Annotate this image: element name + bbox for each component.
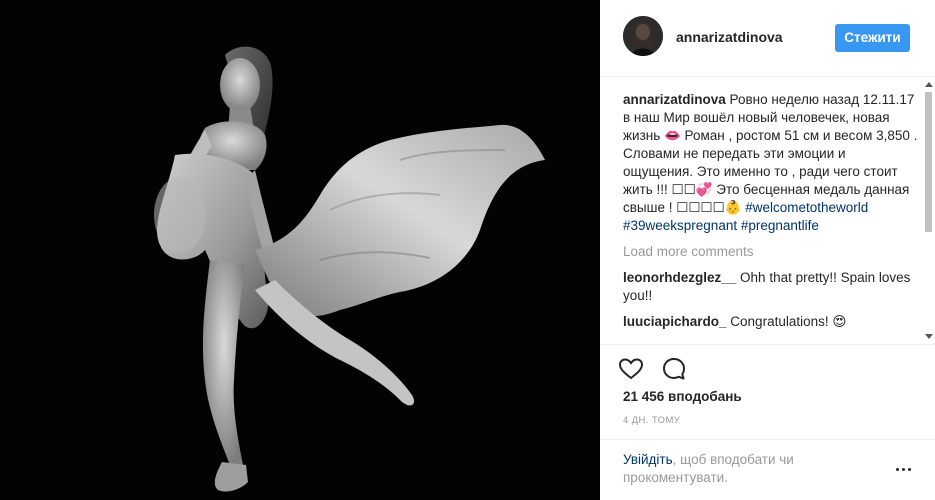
comments-scrollbar[interactable]	[923, 77, 934, 344]
avatar-image	[623, 16, 663, 56]
scroll-up-arrow-icon[interactable]	[925, 82, 933, 87]
comment-button[interactable]	[660, 355, 688, 383]
ellipsis-icon	[902, 468, 905, 471]
comments-list: annarizatdinova Ровно неделю назад 12.11…	[623, 91, 918, 343]
comment-text: Congratulations! 😍	[730, 314, 847, 329]
header-username-link[interactable]: annarizatdinova	[676, 29, 783, 45]
post-header: annarizatdinova Стежити	[600, 0, 935, 77]
login-prompt-footer: Увійдіть, щоб вподобати чи прокоментуват…	[600, 439, 935, 500]
comment-item: luuciapichardo_ Congratulations! 😍	[623, 313, 918, 331]
heart-outline-icon	[618, 358, 644, 380]
post-actions: 21 456 вподобань 4 ДН. ТОМУ	[600, 344, 935, 426]
hashtag-link[interactable]: #39weekspregnant	[623, 218, 737, 233]
pregnant-woman-photo	[154, 46, 545, 492]
avatar[interactable]	[623, 16, 663, 56]
login-prompt: Увійдіть, щоб вподобати чи прокоментуват…	[623, 451, 853, 487]
login-link[interactable]: Увійдіть	[623, 452, 673, 467]
caption: annarizatdinova Ровно неделю назад 12.11…	[623, 91, 918, 235]
scroll-down-arrow-icon[interactable]	[925, 334, 933, 339]
likes-count[interactable]: 21 456 вподобань	[623, 389, 742, 404]
comment-username-link[interactable]: leonorhdezglez__	[623, 270, 736, 285]
load-more-comments-link[interactable]: Load more comments	[623, 243, 918, 261]
ellipsis-icon	[896, 468, 899, 471]
ellipsis-icon	[908, 468, 911, 471]
hashtag-link[interactable]: #pregnantlife	[741, 218, 819, 233]
caption-username-link[interactable]: annarizatdinova	[623, 92, 726, 107]
instagram-post: annarizatdinova Стежити annarizatdinova …	[0, 0, 935, 500]
hashtag-link[interactable]: #welcometotheworld	[745, 200, 868, 215]
post-photo[interactable]	[0, 0, 600, 500]
post-sidebar: annarizatdinova Стежити annarizatdinova …	[600, 0, 935, 500]
scrollbar-thumb[interactable]	[925, 92, 932, 232]
caption-text: Ровно неделю назад 12.11.17 в наш Мир во…	[623, 92, 918, 215]
comment-username-link[interactable]: luuciapichardo_	[623, 314, 727, 329]
follow-button[interactable]: Стежити	[835, 24, 910, 52]
comment-bubble-icon	[663, 358, 685, 380]
comment-item: leonorhdezglez__ Ohh that pretty!! Spain…	[623, 269, 918, 305]
post-timestamp[interactable]: 4 ДН. ТОМУ	[623, 415, 680, 426]
more-options-button[interactable]	[896, 465, 914, 475]
like-button[interactable]	[617, 355, 645, 383]
